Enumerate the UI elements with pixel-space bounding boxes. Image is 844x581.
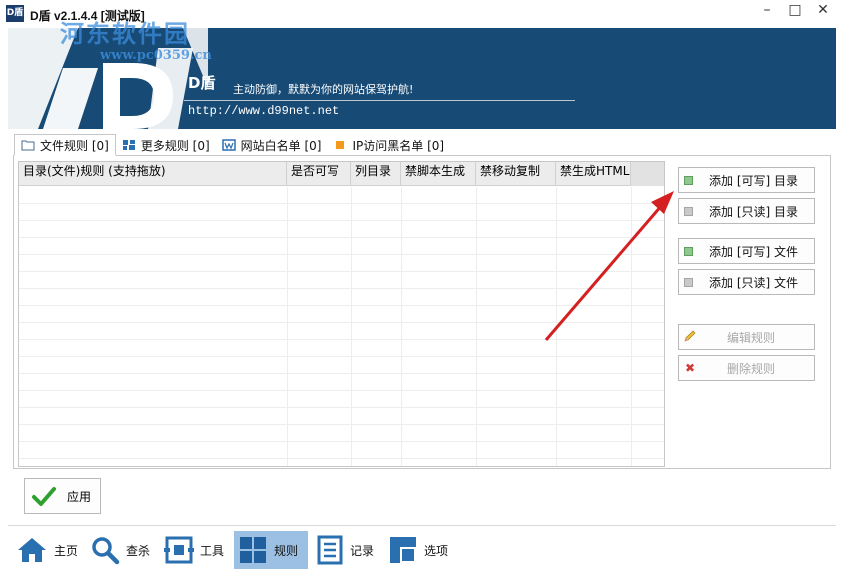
table-column-line (287, 187, 288, 466)
table-row (19, 408, 664, 425)
table-column-line (351, 187, 352, 466)
delete-x-icon: ✖ (684, 361, 696, 375)
table-row (19, 221, 664, 238)
table-row (19, 255, 664, 272)
column-header-filler (631, 162, 664, 186)
pencil-icon (683, 329, 697, 346)
nav-label: 查杀 (126, 543, 151, 558)
nav-tools[interactable]: 工具 (160, 531, 228, 569)
tab-site-whitelist[interactable]: 网站白名单 [0] (216, 134, 328, 156)
folder-icon (21, 140, 35, 151)
nav-home[interactable]: 主页 (12, 531, 82, 569)
nav-options[interactable]: 选项 (384, 531, 452, 569)
table-row (19, 340, 664, 357)
banner-brand: D盾 (188, 74, 216, 92)
home-icon (18, 538, 46, 562)
table-row (19, 306, 664, 323)
table-row (19, 272, 664, 289)
apply-button[interactable]: 应用 (24, 478, 101, 514)
tab-label: 文件规则 [0] (40, 138, 109, 153)
button-label: 编辑规则 (727, 330, 776, 345)
nav-label: 工具 (200, 543, 225, 558)
search-icon (92, 537, 120, 565)
table-column-line (476, 187, 477, 466)
nav-label: 规则 (274, 543, 299, 558)
green-square-icon (684, 246, 693, 256)
add-writable-file-button[interactable]: 添加 [可写] 文件 (678, 238, 815, 264)
apply-label: 应用 (67, 489, 92, 504)
rules-tab-bar: 文件规则 [0] 更多规则 [0] 网站白名单 [0] IP访问黑名单 [0] (14, 134, 450, 156)
table-body[interactable] (19, 187, 664, 466)
nav-scan[interactable]: 查杀 (86, 531, 154, 569)
table-row (19, 323, 664, 340)
table-row (19, 357, 664, 374)
tab-label: 网站白名单 [0] (240, 138, 322, 153)
tools-icon (164, 536, 194, 564)
column-header-path-rule[interactable]: 目录(文件)规则 (支持拖放) (19, 162, 287, 186)
column-header-no-html[interactable]: 禁生成HTML (556, 162, 631, 186)
green-square-icon (684, 175, 693, 185)
tab-ip-blacklist[interactable]: IP访问黑名单 [0] (327, 134, 450, 156)
options-icon (390, 537, 416, 563)
add-readonly-dir-button[interactable]: 添加 [只读] 目录 (678, 198, 815, 224)
nav-log[interactable]: 记录 (312, 531, 378, 569)
checkmark-icon (32, 487, 56, 506)
app-logo-icon: D盾 (6, 5, 24, 22)
log-icon (317, 535, 343, 565)
table-row (19, 425, 664, 442)
column-header-list-dir[interactable]: 列目录 (351, 162, 401, 186)
table-row (19, 442, 664, 459)
tab-label: 更多规则 [0] (140, 138, 210, 153)
watermark-url: www.pc0359.cn (100, 48, 212, 63)
button-label: 添加 [只读] 目录 (709, 204, 798, 219)
table-row (19, 374, 664, 391)
button-label: 添加 [只读] 文件 (709, 275, 798, 290)
nav-label: 记录 (350, 543, 375, 558)
rules-table[interactable]: 目录(文件)规则 (支持拖放) 是否可写 列目录 禁脚本生成 禁移动复制 禁生成… (18, 161, 665, 467)
blacklist-icon (336, 141, 345, 149)
nav-rules[interactable]: 规则 (234, 531, 308, 569)
edit-rule-button[interactable]: 编辑规则 (678, 324, 815, 350)
table-header: 目录(文件)规则 (支持拖放) 是否可写 列目录 禁脚本生成 禁移动复制 禁生成… (19, 162, 664, 186)
table-column-line (401, 187, 402, 466)
table-row (19, 289, 664, 306)
rules-panel: 目录(文件)规则 (支持拖放) 是否可写 列目录 禁脚本生成 禁移动复制 禁生成… (13, 155, 831, 469)
more-rules-icon (122, 140, 135, 150)
bottom-divider (8, 525, 836, 526)
button-label: 添加 [可写] 文件 (709, 244, 798, 259)
whitelist-icon (221, 139, 236, 151)
table-column-line (556, 187, 557, 466)
nav-label: 主页 (54, 543, 79, 558)
tab-more-rules[interactable]: 更多规则 [0] (116, 134, 216, 156)
banner-divider (184, 100, 575, 101)
add-writable-dir-button[interactable]: 添加 [可写] 目录 (678, 167, 815, 193)
banner-slogan: 主动防御，默默为你的网站保驾护航! (233, 83, 414, 96)
column-header-writable[interactable]: 是否可写 (287, 162, 351, 186)
table-row (19, 204, 664, 221)
maximize-icon[interactable]: □ (780, 2, 810, 26)
table-row (19, 187, 664, 204)
nav-label: 选项 (424, 543, 449, 558)
table-row (19, 238, 664, 255)
column-header-no-script[interactable]: 禁脚本生成 (401, 162, 476, 186)
button-label: 删除规则 (727, 361, 776, 376)
add-readonly-file-button[interactable]: 添加 [只读] 文件 (678, 269, 815, 295)
tab-file-rules[interactable]: 文件规则 [0] (14, 134, 116, 156)
gray-square-icon (684, 206, 693, 216)
banner-url: http://www.d99net.net (188, 104, 340, 118)
tab-label: IP访问黑名单 [0] (352, 138, 445, 153)
column-header-no-move-copy[interactable]: 禁移动复制 (476, 162, 556, 186)
table-column-line (631, 187, 632, 466)
delete-rule-button[interactable]: ✖ 删除规则 (678, 355, 815, 381)
table-row (19, 391, 664, 408)
rules-grid-icon (240, 537, 266, 563)
minimize-icon[interactable]: – (752, 2, 782, 26)
close-icon[interactable]: ✕ (808, 2, 838, 26)
button-label: 添加 [可写] 目录 (709, 173, 798, 188)
gray-square-icon (684, 277, 693, 287)
watermark-text: 河东软件园 (60, 19, 190, 48)
